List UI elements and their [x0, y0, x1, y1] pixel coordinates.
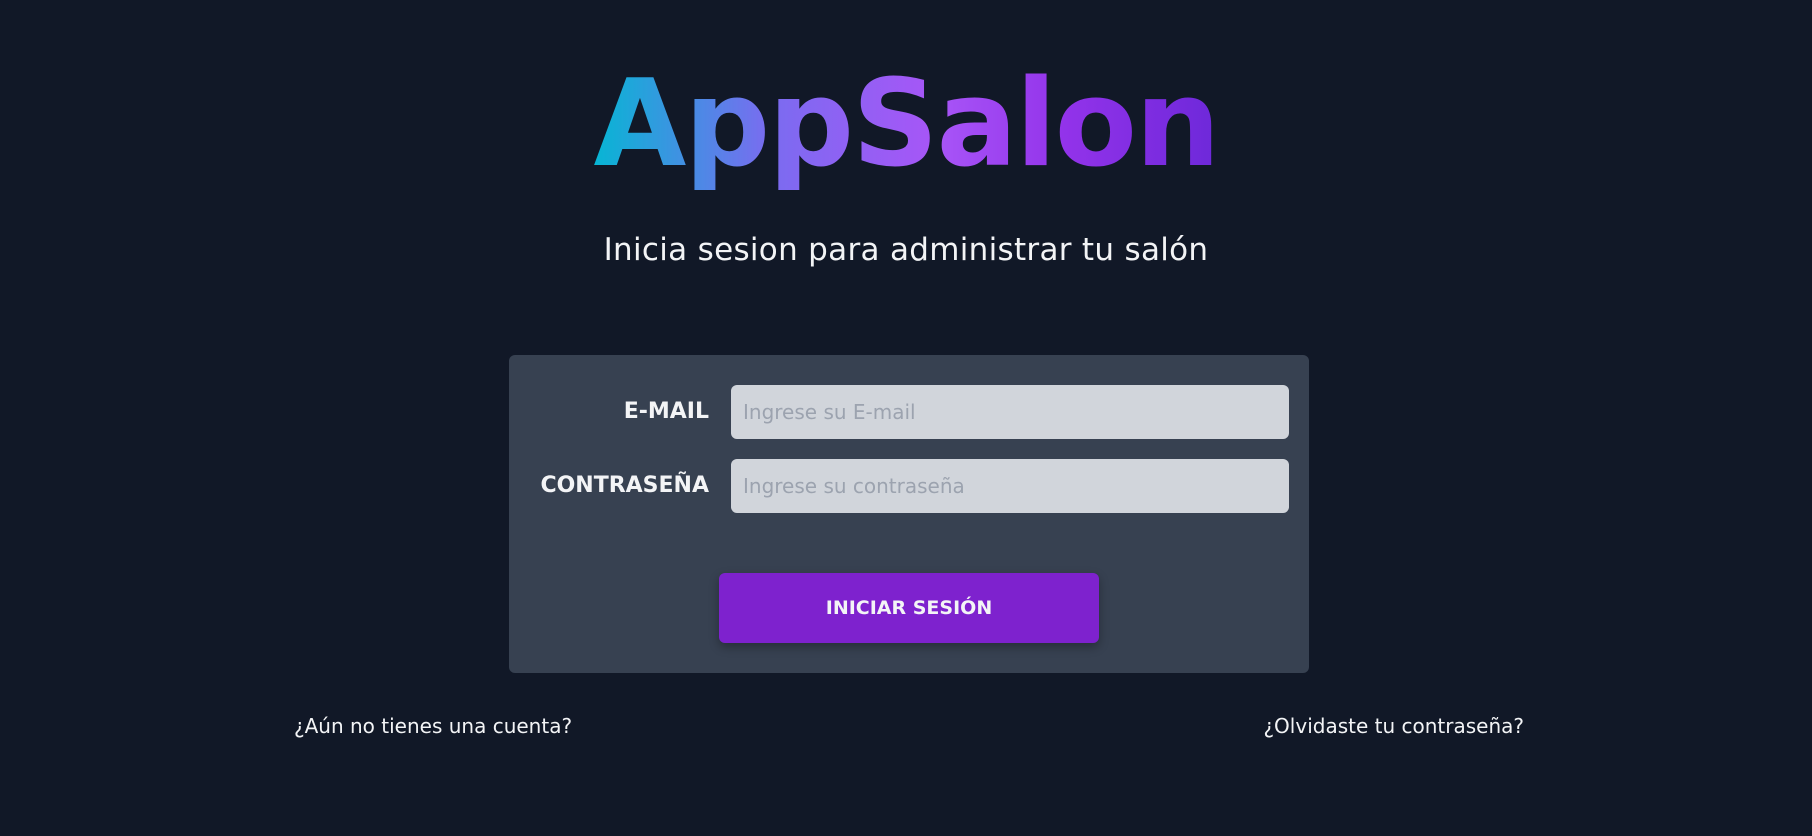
password-input[interactable] — [731, 459, 1289, 513]
app-logo-text: AppSalon — [593, 55, 1220, 194]
email-row: E-MAIL — [509, 385, 1309, 439]
login-form: E-MAIL CONTRASEÑA INICIAR SESIÓN — [509, 355, 1309, 673]
login-button[interactable]: INICIAR SESIÓN — [719, 573, 1099, 643]
register-link[interactable]: ¿Aún no tienes una cuenta? — [294, 714, 572, 738]
page-subtitle: Inicia sesion para administrar tu salón — [603, 232, 1209, 268]
app-logo: AppSalon — [0, 52, 1812, 197]
password-label: CONTRASEÑA — [540, 473, 709, 498]
forgot-password-link[interactable]: ¿Olvidaste tu contraseña? — [1263, 714, 1524, 738]
email-label: E-MAIL — [623, 399, 709, 424]
password-row: CONTRASEÑA — [509, 459, 1309, 513]
email-input[interactable] — [731, 385, 1289, 439]
login-page: AppSalon Inicia sesion para administrar … — [0, 0, 1812, 836]
